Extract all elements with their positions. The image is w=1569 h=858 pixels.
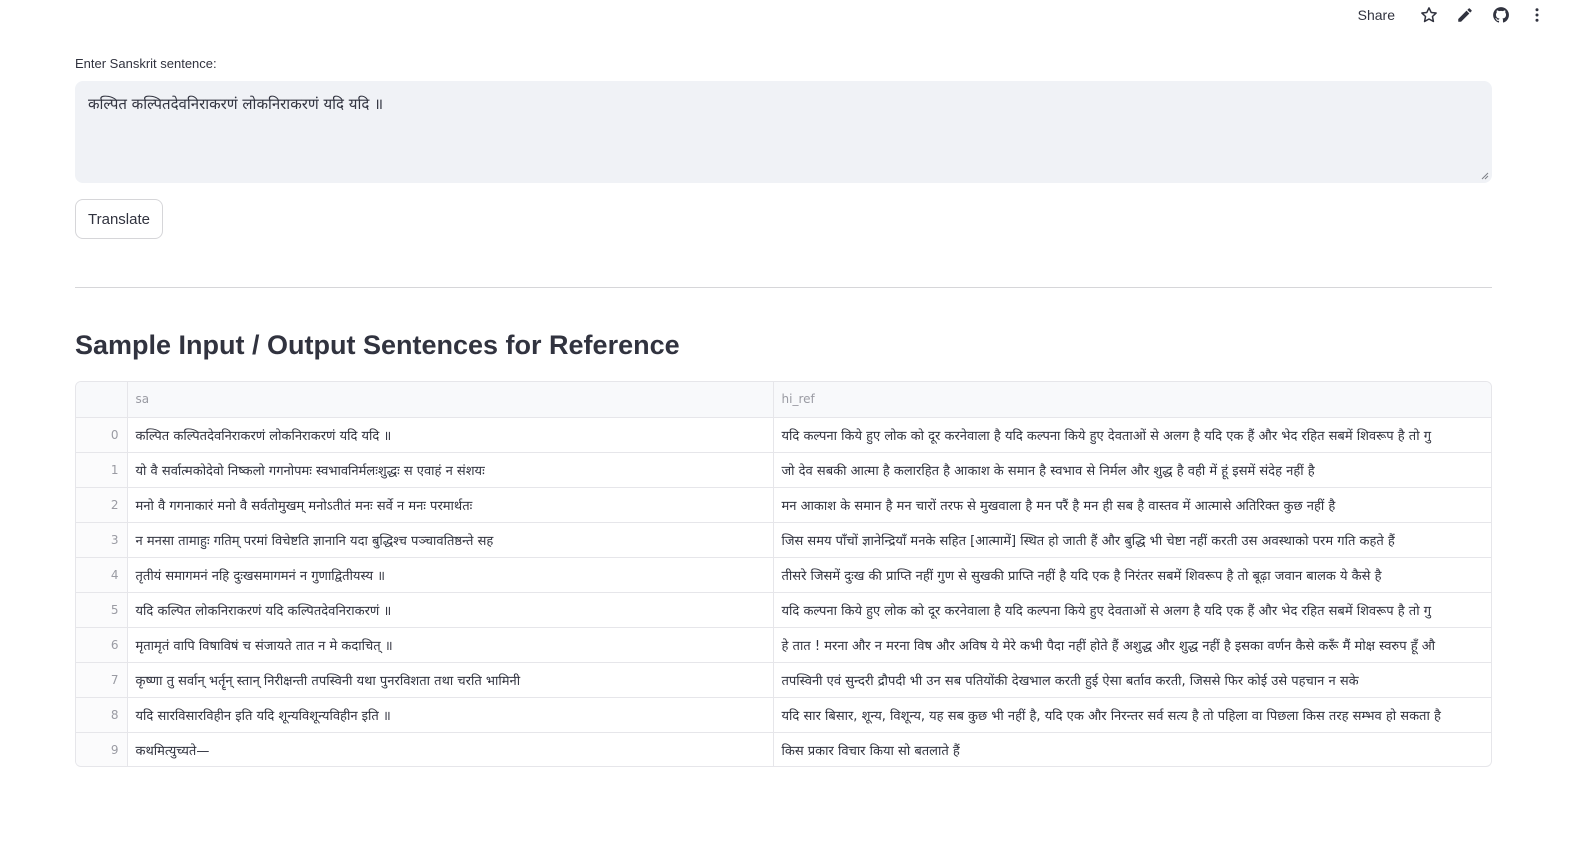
hi-ref-cell[interactable]: जिस समय पाँचों ज्ञानेन्द्रियाँ मनके सहित… (773, 522, 1491, 558)
row-index[interactable]: 0 (76, 417, 128, 453)
section-heading: Sample Input / Output Sentences for Refe… (75, 330, 680, 360)
hi-ref-cell[interactable]: तीसरे जिसमें दुःख की प्राप्ति नहीं गुण स… (773, 557, 1491, 593)
sa-cell[interactable]: यदि सारविसारविहीन इति यदि शून्यविशून्यवि… (127, 697, 774, 733)
sa-cell[interactable]: कल्पित कल्पितदेवनिराकरणं लोकनिराकरणं यदि… (127, 417, 774, 453)
table-row: 4 तृतीयं समागमनं नहि दुःखसमागमनं न गुणाद्… (76, 557, 1491, 593)
resize-handle-icon[interactable] (1479, 170, 1489, 180)
sentence-input-label: Enter Sanskrit sentence: (75, 56, 217, 71)
table-row: 1 यो वै सर्वात्मकोदेवो निष्कलो गगनोपमः स्… (76, 452, 1491, 488)
hi-ref-cell[interactable]: यदि कल्पना किये हुए लोक को दूर करनेवाला … (773, 417, 1491, 453)
row-index[interactable]: 9 (76, 732, 128, 766)
column-header-hi-ref[interactable]: hi_ref (773, 382, 1491, 418)
sa-cell[interactable]: मनो वै गगनाकारं मनो वै सर्वतोमुखम् मनोऽत… (127, 487, 774, 523)
hi-ref-cell[interactable]: हे तात ! मरना और न मरना विष और अविष ये म… (773, 627, 1491, 663)
sample-table[interactable]: sa hi_ref 0 कल्पित कल्पितदेवनिराकरणं लोकन… (75, 381, 1492, 767)
table-row: 5 यदि कल्पित लोकनिराकरणं यदि कल्पितदेवनिर… (76, 592, 1491, 628)
toolbar: Share (1358, 0, 1569, 30)
sa-cell[interactable]: न मनसा तामाहुः गतिम् परमां विचेष्टति ज्ञ… (127, 522, 774, 558)
hi-ref-cell[interactable]: जो देव सबकी आत्मा है कलारहित है आकाश के … (773, 452, 1491, 488)
divider (75, 287, 1492, 288)
table-row: 7 कृष्णा तु सर्वान् भर्तॄन् स्तान् निरीक्… (76, 662, 1491, 698)
star-icon[interactable] (1411, 0, 1447, 30)
table-row: 6 मृतामृतं वापि विषाविषं च संजायते तात न … (76, 627, 1491, 663)
more-vertical-icon[interactable] (1519, 0, 1555, 30)
github-icon[interactable] (1483, 0, 1519, 30)
column-header-sa[interactable]: sa (127, 382, 774, 418)
edit-icon[interactable] (1447, 0, 1483, 30)
row-index[interactable]: 2 (76, 487, 128, 523)
row-index[interactable]: 5 (76, 592, 128, 628)
table-row: 3न मनसा तामाहुः गतिम् परमां विचेष्टति ज्… (76, 522, 1491, 558)
table-row: 8 यदि सारविसारविहीन इति यदि शून्यविशून्यव… (76, 697, 1491, 733)
table-header-row: sa hi_ref (76, 382, 1491, 418)
share-button[interactable]: Share (1358, 7, 1395, 23)
sa-cell[interactable]: कथमित्युच्यते— (127, 732, 774, 766)
row-index[interactable]: 1 (76, 452, 128, 488)
row-index[interactable]: 8 (76, 697, 128, 733)
hi-ref-cell[interactable]: तपस्विनी एवं सुन्दरी द्रौपदी भी उन सब पत… (773, 662, 1491, 698)
sentence-input[interactable]: कल्पित कल्पितदेवनिराकरणं लोकनिराकरणं यदि… (76, 82, 1491, 182)
sa-cell[interactable]: यो वै सर्वात्मकोदेवो निष्कलो गगनोपमः स्व… (127, 452, 774, 488)
sa-cell[interactable]: यदि कल्पित लोकनिराकरणं यदि कल्पितदेवनिरा… (127, 592, 774, 628)
sentence-input-container: कल्पित कल्पितदेवनिराकरणं लोकनिराकरणं यदि… (75, 81, 1492, 183)
sa-cell[interactable]: कृष्णा तु सर्वान् भर्तॄन् स्तान् निरीक्ष… (127, 662, 774, 698)
sa-cell[interactable]: तृतीयं समागमनं नहि दुःखसमागमनं न गुणाद्व… (127, 557, 774, 593)
hi-ref-cell[interactable]: यदि सार बिसार, शून्य, विशून्य, यह सब कुछ… (773, 697, 1491, 733)
hi-ref-cell[interactable]: यदि कल्पना किये हुए लोक को दूर करनेवाला … (773, 592, 1491, 628)
row-index[interactable]: 7 (76, 662, 128, 698)
table-row: 2 मनो वै गगनाकारं मनो वै सर्वतोमुखम् मनोऽ… (76, 487, 1491, 523)
row-index[interactable]: 3 (76, 522, 128, 558)
translate-button[interactable]: Translate (75, 199, 163, 239)
row-index[interactable]: 4 (76, 557, 128, 593)
hi-ref-cell[interactable]: मन आकाश के समान है मन चारों तरफ से मुखवा… (773, 487, 1491, 523)
row-index[interactable]: 6 (76, 627, 128, 663)
table-row: 0 कल्पित कल्पितदेवनिराकरणं लोकनिराकरणं यद… (76, 417, 1491, 453)
table-row: 9 कथमित्युच्यते— किस प्रकार विचार किया सो … (76, 732, 1491, 766)
hi-ref-cell[interactable]: किस प्रकार विचार किया सो बतलाते हैं (773, 732, 1491, 766)
sa-cell[interactable]: मृतामृतं वापि विषाविषं च संजायते तात न म… (127, 627, 774, 663)
column-header-index[interactable] (76, 382, 128, 418)
